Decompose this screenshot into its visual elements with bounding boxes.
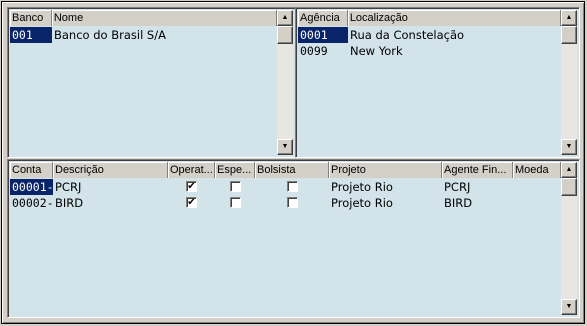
cell-conta[interactable]: 00002- [10,195,53,211]
col-nome[interactable]: Nome [52,10,277,26]
checkmark-icon: ✔ [187,181,196,192]
col-moeda[interactable]: Moeda [513,162,561,178]
cell-conta[interactable]: 00001- [10,179,53,195]
cell-espe [215,195,255,211]
cell-agencia[interactable]: 0001 [298,27,348,43]
arrow-down-icon[interactable]: ▼ [277,139,293,155]
contas-grid[interactable]: Conta Descrição Operat... Espe... Bolsis… [7,159,580,318]
arrow-up-icon[interactable]: ▲ [561,10,577,26]
cell-agencia[interactable]: 0099 [298,43,348,59]
col-agencia[interactable]: Agência [298,10,348,26]
operat-checkbox[interactable]: ✔ [186,181,197,192]
col-operat[interactable]: Operat... [168,162,215,178]
cell-localizacao[interactable]: New York [348,43,562,59]
cell-agente[interactable]: PCRJ [442,179,513,195]
cell-agente[interactable]: BIRD [442,195,513,211]
cell-bolsista [255,179,329,195]
agencias-scrollbar[interactable]: ▲ ▼ [561,10,577,155]
cell-projeto[interactable]: Projeto Rio [329,179,442,195]
col-banco[interactable]: Banco [10,10,52,26]
cell-descricao[interactable]: BIRD [53,195,168,211]
agencias-grid[interactable]: Agência Localização 0001 Rua da Constela… [295,7,580,158]
arrow-up-icon[interactable]: ▲ [561,162,577,178]
cell-espe [215,179,255,195]
scroll-thumb[interactable] [561,26,577,44]
cell-operat: ✔ [168,195,215,211]
cell-banco[interactable]: 001 [10,27,52,43]
cell-moeda[interactable] [513,179,561,195]
contas-scrollbar[interactable]: ▲ ▼ [561,162,577,315]
col-espe[interactable]: Espe... [215,162,255,178]
col-agente[interactable]: Agente Fin... [442,162,513,178]
col-descricao[interactable]: Descrição [53,162,168,178]
cell-descricao[interactable]: PCRJ [53,179,168,195]
arrow-up-icon[interactable]: ▲ [277,10,293,26]
scroll-thumb[interactable] [561,178,577,196]
arrow-down-icon[interactable]: ▼ [561,299,577,315]
table-row[interactable]: 0099 New York [298,43,562,59]
contas-header: Conta Descrição Operat... Espe... Bolsis… [10,162,561,178]
scroll-thumb[interactable] [277,26,293,44]
cell-operat: ✔ [168,179,215,195]
col-projeto[interactable]: Projeto [329,162,442,178]
cell-localizacao[interactable]: Rua da Constelação [348,27,562,43]
agencias-header: Agência Localização [298,10,561,26]
cell-bolsista [255,195,329,211]
table-row[interactable]: 00001- PCRJ ✔ Projeto Rio PCRJ [10,179,561,195]
espe-checkbox[interactable] [229,197,241,208]
table-row[interactable]: 0001 Rua da Constelação [298,27,562,43]
cell-nome[interactable]: Banco do Brasil S/A [52,27,278,43]
table-row[interactable]: 001 Banco do Brasil S/A [10,27,278,43]
operat-checkbox[interactable]: ✔ [186,197,197,208]
bancos-grid[interactable]: Banco Nome 001 Banco do Brasil S/A ▲ ▼ [7,7,296,158]
checkmark-icon: ✔ [187,197,196,208]
arrow-down-icon[interactable]: ▼ [561,139,577,155]
espe-checkbox[interactable] [229,181,241,192]
col-bolsista[interactable]: Bolsista [255,162,329,178]
cell-moeda[interactable] [513,195,561,211]
cell-projeto[interactable]: Projeto Rio [329,195,442,211]
col-conta[interactable]: Conta [10,162,53,178]
bolsista-checkbox[interactable] [286,197,298,208]
col-localizacao[interactable]: Localização [348,10,561,26]
bancos-header: Banco Nome [10,10,277,26]
bancos-scrollbar[interactable]: ▲ ▼ [277,10,293,155]
bolsista-checkbox[interactable] [286,181,298,192]
table-row[interactable]: 00002- BIRD ✔ Projeto Rio BIRD [10,195,561,211]
